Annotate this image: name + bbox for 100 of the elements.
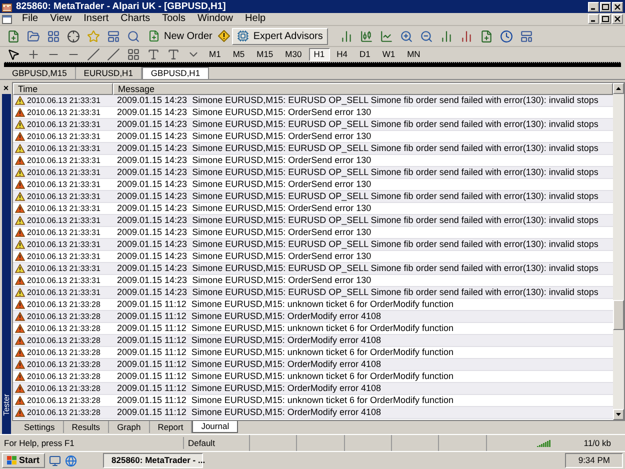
error-icon bbox=[15, 204, 25, 213]
panel-tab[interactable]: Settings bbox=[16, 421, 64, 433]
journal-row[interactable]: 2010.06.13 21:33:31 2009.01.15 14:23 Simone EURUSD,M15: EURUSD OP_SELL Simone fib order send failed with error(130): invalid stops bbox=[13, 167, 613, 179]
timeframe-button[interactable]: D1 bbox=[354, 48, 376, 61]
journal-row[interactable]: 2010.06.13 21:33:31 2009.01.15 14:23 Simone EURUSD,M15: OrderSend error 130 bbox=[13, 227, 613, 239]
journal-row[interactable]: 2010.06.13 21:33:31 2009.01.15 14:23 Simone EURUSD,M15: OrderSend error 130 bbox=[13, 275, 613, 287]
timeframe-button[interactable]: W1 bbox=[377, 48, 400, 61]
journal-row[interactable]: 2010.06.13 21:33:31 2009.01.15 14:23 Simone EURUSD,M15: EURUSD OP_SELL Simone fib order send failed with error(130): invalid stops bbox=[13, 119, 613, 131]
time-cell: 2010.06.13 21:33:28 bbox=[27, 408, 100, 416]
desktop-icon[interactable] bbox=[48, 454, 61, 466]
connection-icon bbox=[537, 439, 551, 447]
journal-row[interactable]: 2010.06.13 21:33:28 2009.01.15 11:12 Simone EURUSD,M15: unknown ticket 6 for OrderModify function bbox=[13, 371, 613, 383]
menu-item[interactable]: View bbox=[44, 14, 78, 24]
time-cell: 2010.06.13 21:33:31 bbox=[27, 96, 100, 104]
error-icon bbox=[15, 132, 25, 141]
journal-row[interactable]: 2010.06.13 21:33:28 2009.01.15 11:12 Simone EURUSD,M15: OrderModify error 4108 bbox=[13, 359, 613, 371]
chart-tab[interactable]: GBPUSD,H1 bbox=[142, 67, 210, 79]
up-arrow-icon bbox=[616, 87, 621, 90]
journal-row[interactable]: 2010.06.13 21:33:28 2009.01.15 11:12 Simone EURUSD,M15: unknown ticket 6 for OrderModify function bbox=[13, 299, 613, 311]
message-cell-text: 2009.01.15 14:23 Simone EURUSD,M15: OrderSend error 130 bbox=[116, 276, 372, 285]
taskbar-window[interactable]: 825860: MetaTrader - ... bbox=[102, 453, 203, 468]
menu-item[interactable]: Insert bbox=[78, 14, 115, 24]
menu-item[interactable]: Tools bbox=[156, 14, 192, 24]
journal-row[interactable]: 2010.06.13 21:33:28 2009.01.15 11:12 Simone EURUSD,M15: OrderModify error 4108 bbox=[13, 407, 613, 419]
time-cell: 2010.06.13 21:33:28 bbox=[27, 372, 100, 380]
error-icon bbox=[15, 108, 25, 117]
panel-tab[interactable]: Journal bbox=[192, 421, 238, 433]
journal-row[interactable]: 2010.06.13 21:33:28 2009.01.15 11:12 Simone EURUSD,M15: OrderModify error 4108 bbox=[13, 335, 613, 347]
journal-row[interactable]: 2010.06.13 21:33:31 2009.01.15 14:23 Simone EURUSD,M15: OrderSend error 130 bbox=[13, 131, 613, 143]
maximize-button[interactable] bbox=[600, 2, 611, 12]
scrollbar-thumb[interactable] bbox=[613, 300, 624, 330]
message-cell-text: 2009.01.15 14:23 Simone EURUSD,M15: EURUSD OP_SELL Simone fib order send failed with error(130): invalid stops bbox=[116, 264, 598, 273]
timeframe-button[interactable]: M15 bbox=[252, 48, 278, 61]
time-cell: 2010.06.13 21:33:31 bbox=[27, 180, 100, 188]
journal-row[interactable]: 2010.06.13 21:33:31 2009.01.15 14:23 Simone EURUSD,M15: EURUSD OP_SELL Simone fib order send failed with error(130): invalid stops bbox=[13, 143, 613, 155]
expert-advisors-button[interactable]: Expert Advisors bbox=[232, 28, 328, 44]
panel-tab[interactable]: Results bbox=[64, 421, 110, 433]
chart-tab[interactable]: GBPUSD,M15 bbox=[4, 67, 76, 79]
time-cell: 2010.06.13 21:33:31 bbox=[27, 168, 100, 176]
journal-row[interactable]: 2010.06.13 21:33:31 2009.01.15 14:23 Simone EURUSD,M15: EURUSD OP_SELL Simone fib order send failed with error(130): invalid stops bbox=[13, 95, 613, 107]
journal-row[interactable]: 2010.06.13 21:33:28 2009.01.15 11:12 Simone EURUSD,M15: OrderModify error 4108 bbox=[13, 311, 613, 323]
timeframe-button[interactable]: M5 bbox=[228, 48, 250, 61]
scroll-down-button[interactable] bbox=[613, 409, 624, 420]
timeframe-button[interactable]: H1 bbox=[308, 48, 330, 61]
error-icon bbox=[15, 372, 25, 381]
message-cell-text: 2009.01.15 11:12 Simone EURUSD,M15: OrderModify error 4108 bbox=[116, 408, 381, 417]
menu-item[interactable]: File bbox=[16, 14, 44, 24]
journal-row[interactable]: 2010.06.13 21:33:31 2009.01.15 14:23 Simone EURUSD,M15: EURUSD OP_SELL Simone fib order send failed with error(130): invalid stops bbox=[13, 263, 613, 275]
new-order-icon bbox=[148, 30, 160, 42]
minimize-button[interactable] bbox=[588, 2, 599, 12]
warning-icon bbox=[15, 192, 25, 201]
new-order-button[interactable]: New Order bbox=[144, 28, 216, 44]
journal-row[interactable]: 2010.06.13 21:33:28 2009.01.15 11:12 Simone EURUSD,M15: unknown ticket 6 for OrderModify function bbox=[13, 347, 613, 359]
journal-row[interactable]: 2010.06.13 21:33:28 2009.01.15 11:12 Simone EURUSD,M15: unknown ticket 6 for OrderModify function bbox=[13, 323, 613, 335]
menu-item[interactable]: Window bbox=[191, 14, 240, 24]
message-cell-text: 2009.01.15 14:23 Simone EURUSD,M15: EURUSD OP_SELL Simone fib order send failed with error(130): invalid stops bbox=[116, 240, 598, 249]
journal-row[interactable]: 2010.06.13 21:33:31 2009.01.15 14:23 Simone EURUSD,M15: OrderSend error 130 bbox=[13, 203, 613, 215]
start-button[interactable]: Start bbox=[2, 453, 45, 468]
journal-row[interactable]: 2010.06.13 21:33:28 2009.01.15 11:12 Simone EURUSD,M15: unknown ticket 6 for OrderModify function bbox=[13, 395, 613, 407]
time-cell: 2010.06.13 21:33:31 bbox=[27, 264, 100, 272]
journal-row[interactable]: 2010.06.13 21:33:31 2009.01.15 14:23 Simone EURUSD,M15: OrderSend error 130 bbox=[13, 251, 613, 263]
app-icon bbox=[2, 2, 12, 12]
journal-row[interactable]: 2010.06.13 21:33:31 2009.01.15 14:23 Simone EURUSD,M15: EURUSD OP_SELL Simone fib order send failed with error(130): invalid stops bbox=[13, 215, 613, 227]
journal-row[interactable]: 2010.06.13 21:33:31 2009.01.15 14:23 Simone EURUSD,M15: OrderSend error 130 bbox=[13, 155, 613, 167]
journal-row[interactable]: 2010.06.13 21:33:28 2009.01.15 11:12 Simone EURUSD,M15: OrderModify error 4108 bbox=[13, 383, 613, 395]
timeframe-button[interactable]: MN bbox=[402, 48, 426, 61]
column-header[interactable]: Message bbox=[113, 83, 613, 95]
time-cell: 2010.06.13 21:33:31 bbox=[27, 132, 100, 140]
menu-item[interactable]: Charts bbox=[114, 14, 156, 24]
close-button[interactable] bbox=[612, 14, 623, 24]
time-cell: 2010.06.13 21:33:31 bbox=[27, 228, 100, 236]
message-cell-text: 2009.01.15 14:23 Simone EURUSD,M15: EURUSD OP_SELL Simone fib order send failed with error(130): invalid stops bbox=[116, 288, 598, 297]
journal-row[interactable]: 2010.06.13 21:33:31 2009.01.15 14:23 Simone EURUSD,M15: OrderSend error 130 bbox=[13, 107, 613, 119]
error-icon bbox=[15, 360, 25, 369]
status-text: For Help, press F1 bbox=[3, 436, 76, 450]
maximize-button[interactable] bbox=[600, 14, 611, 24]
time-cell: 2010.06.13 21:33:31 bbox=[27, 192, 100, 200]
timeframe-button[interactable]: M30 bbox=[280, 48, 307, 61]
journal-row[interactable]: 2010.06.13 21:33:31 2009.01.15 14:23 Simone EURUSD,M15: OrderSend error 130 bbox=[13, 179, 613, 191]
column-header[interactable]: Time bbox=[13, 83, 113, 95]
journal-row[interactable]: 2010.06.13 21:33:31 2009.01.15 14:23 Simone EURUSD,M15: EURUSD OP_SELL Simone fib order send failed with error(130): invalid stops bbox=[13, 239, 613, 251]
panel-tab[interactable]: Graph bbox=[109, 421, 150, 433]
minimize-button[interactable] bbox=[588, 14, 599, 24]
message-cell-text: 2009.01.15 14:23 Simone EURUSD,M15: EURUSD OP_SELL Simone fib order send failed with error(130): invalid stops bbox=[116, 144, 598, 153]
timeframe-button[interactable]: M1 bbox=[204, 48, 226, 61]
warning-icon bbox=[15, 240, 25, 249]
warning-icon bbox=[15, 144, 25, 153]
error-icon bbox=[15, 228, 25, 237]
message-cell-text: 2009.01.15 14:23 Simone EURUSD,M15: OrderSend error 130 bbox=[116, 132, 372, 141]
close-button[interactable] bbox=[612, 2, 623, 12]
journal-row[interactable]: 2010.06.13 21:33:31 2009.01.15 14:23 Simone EURUSD,M15: EURUSD OP_SELL Simone fib order send failed with error(130): invalid stops bbox=[13, 287, 613, 299]
journal-row[interactable]: 2010.06.13 21:33:31 2009.01.15 14:23 Simone EURUSD,M15: EURUSD OP_SELL Simone fib order send failed with error(130): invalid stops bbox=[13, 191, 613, 203]
menu-item[interactable]: Help bbox=[239, 14, 272, 24]
browser-icon[interactable] bbox=[64, 454, 77, 466]
timeframe-button[interactable]: H4 bbox=[332, 48, 352, 61]
warning-icon bbox=[218, 30, 230, 42]
message-cell-text: 2009.01.15 14:23 Simone EURUSD,M15: EURUSD OP_SELL Simone fib order send failed with error(130): invalid stops bbox=[116, 168, 598, 177]
time-cell: 2010.06.13 21:33:31 bbox=[27, 156, 100, 164]
close-button[interactable]: × bbox=[3, 82, 9, 94]
scroll-up-button[interactable] bbox=[613, 83, 624, 94]
